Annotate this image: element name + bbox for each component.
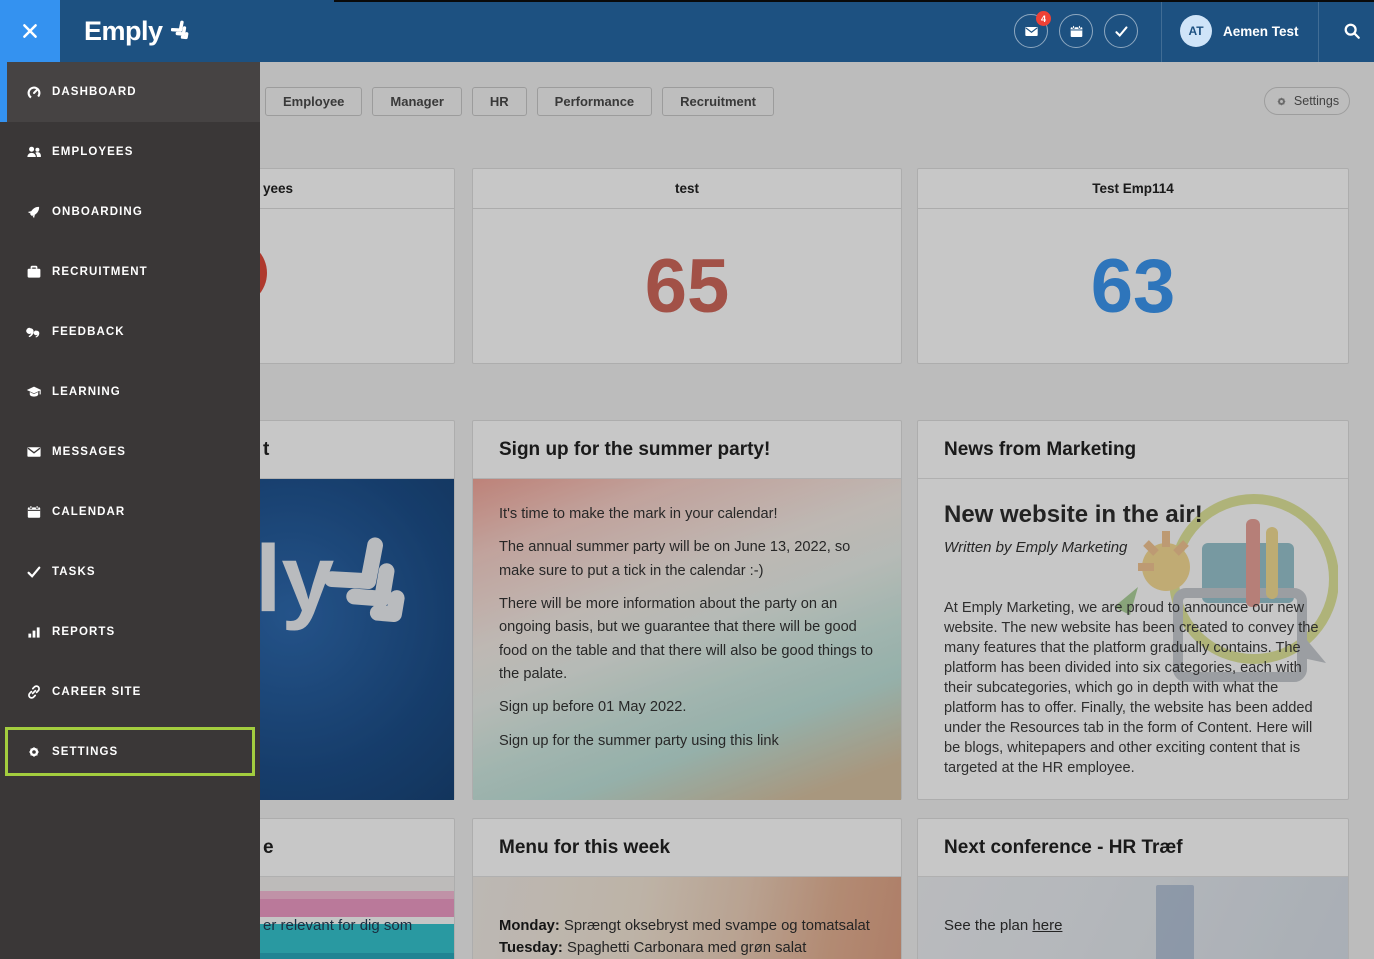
- sidebar-item-label: TASKS: [52, 566, 96, 578]
- sidebar-item-label: CALENDAR: [52, 506, 125, 518]
- calendar-icon: [26, 504, 42, 520]
- dim-overlay[interactable]: [260, 62, 1374, 959]
- search-button[interactable]: [1330, 0, 1374, 62]
- top-bar: Emply 4 AT Aemen Test: [0, 0, 1374, 62]
- sidebar-item-label: EMPLOYEES: [52, 146, 133, 158]
- calendar-button[interactable]: [1059, 14, 1093, 48]
- gear-icon: [26, 744, 42, 760]
- user-name: Aemen Test: [1223, 24, 1299, 39]
- bar-chart-icon: [26, 624, 42, 640]
- sidebar-item-label: DASHBOARD: [52, 86, 137, 98]
- rocket-icon: [26, 204, 42, 220]
- sidebar-item-label: LEARNING: [52, 386, 121, 398]
- emply-dashboard: Employee Manager HR Performance Recruitm…: [0, 0, 1374, 959]
- envelope-icon: [26, 444, 42, 460]
- briefcase-icon: [26, 264, 42, 280]
- sidebar-item-label: REPORTS: [52, 626, 115, 638]
- tasks-button[interactable]: [1104, 14, 1138, 48]
- screen-top-edge: [334, 0, 1374, 2]
- brand-name: Emply: [84, 16, 163, 47]
- search-icon: [1343, 22, 1361, 40]
- header-divider: [1318, 0, 1319, 62]
- sidebar-item-tasks[interactable]: TASKS: [0, 542, 260, 602]
- sidebar-item-recruitment[interactable]: RECRUITMENT: [0, 242, 260, 302]
- envelope-icon: [1024, 24, 1039, 39]
- sidebar-item-reports[interactable]: REPORTS: [0, 602, 260, 662]
- graduation-cap-icon: [26, 384, 42, 400]
- emply-logo-mark-icon: [171, 20, 195, 42]
- feedback-icon: [26, 324, 42, 340]
- sidebar-item-label: RECRUITMENT: [52, 266, 148, 278]
- sidebar-item-dashboard[interactable]: DASHBOARD: [0, 62, 260, 122]
- user-menu[interactable]: AT Aemen Test: [1180, 0, 1299, 62]
- employees-icon: [26, 144, 42, 160]
- brand-logo[interactable]: Emply: [84, 0, 195, 62]
- calendar-icon: [1069, 24, 1084, 39]
- sidebar-item-calendar[interactable]: CALENDAR: [0, 482, 260, 542]
- sidebar-item-label: ONBOARDING: [52, 206, 143, 218]
- checkmark-icon: [1114, 24, 1129, 39]
- sidebar-item-label: SETTINGS: [52, 746, 118, 758]
- messages-button[interactable]: 4: [1014, 14, 1048, 48]
- sidebar-item-career-site[interactable]: CAREER SITE: [0, 662, 260, 722]
- sidebar-item-onboarding[interactable]: ONBOARDING: [0, 182, 260, 242]
- link-icon: [26, 684, 42, 700]
- header-icon-group: 4: [1014, 14, 1138, 48]
- dashboard-icon: [26, 84, 42, 100]
- checkmark-icon: [26, 564, 42, 580]
- header-divider: [1161, 0, 1162, 62]
- sidebar-item-feedback[interactable]: FEEDBACK: [0, 302, 260, 362]
- sidebar-item-employees[interactable]: EMPLOYEES: [0, 122, 260, 182]
- sidebar-item-settings[interactable]: SETTINGS: [0, 722, 260, 782]
- sidebar-item-messages[interactable]: MESSAGES: [0, 422, 260, 482]
- sidebar-item-label: FEEDBACK: [52, 326, 125, 338]
- sidebar-item-label: CAREER SITE: [52, 686, 141, 698]
- close-icon: [20, 21, 40, 41]
- sidebar-item-label: MESSAGES: [52, 446, 126, 458]
- unread-count-badge: 4: [1036, 11, 1051, 26]
- menu-close-button[interactable]: [0, 0, 60, 62]
- sidebar-item-learning[interactable]: LEARNING: [0, 362, 260, 422]
- navigation-drawer: DASHBOARD EMPLOYEES ONBOARDING RECRUITME…: [0, 62, 260, 959]
- avatar: AT: [1180, 15, 1212, 47]
